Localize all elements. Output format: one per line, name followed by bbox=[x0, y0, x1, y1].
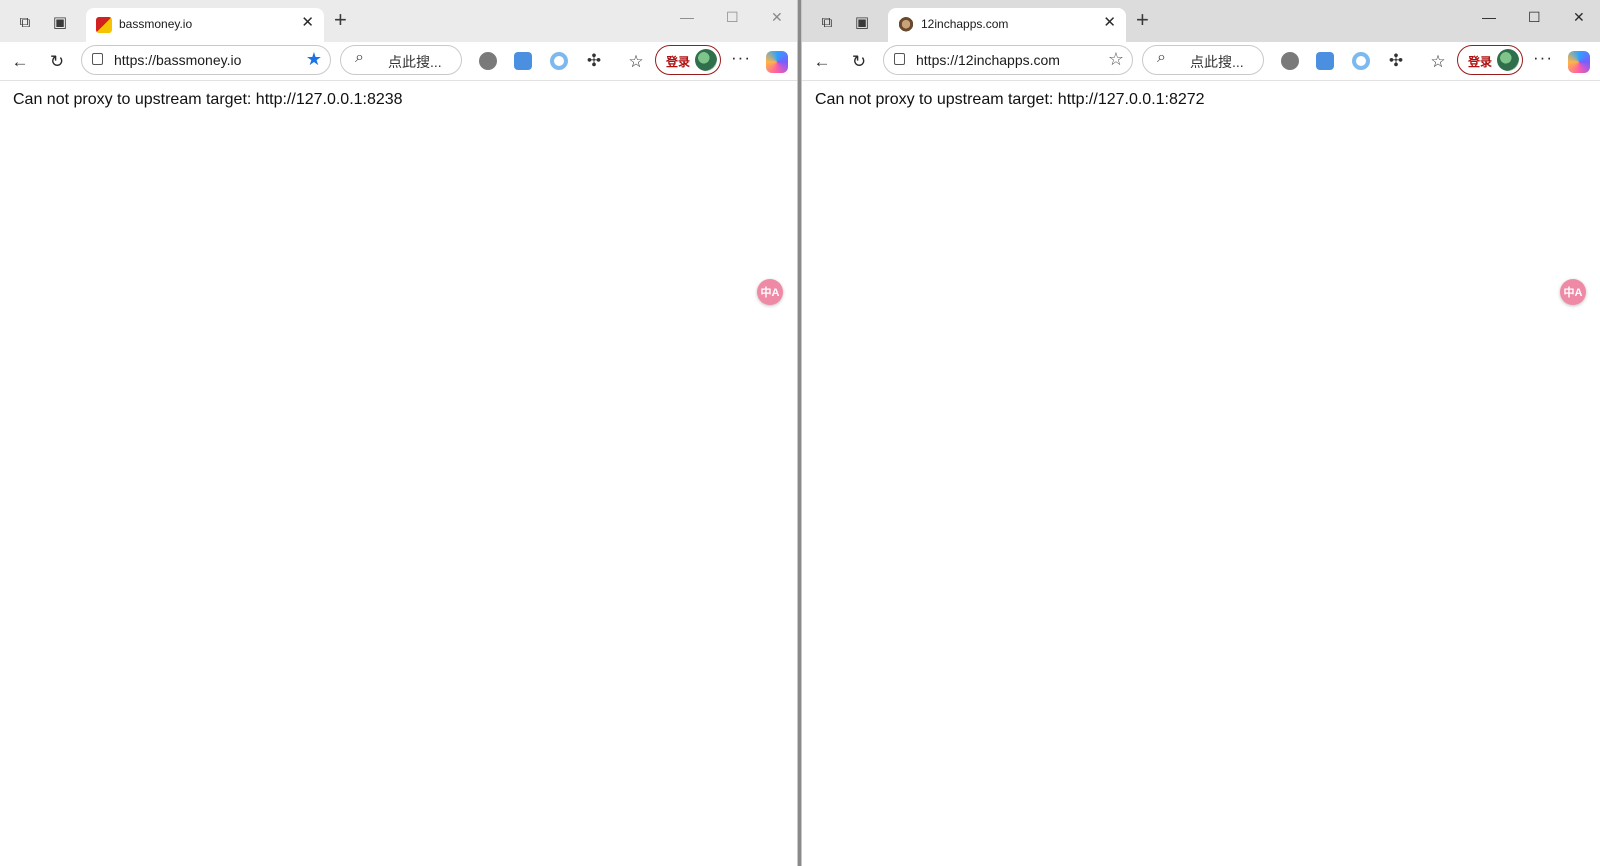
lock-icon[interactable] bbox=[894, 53, 905, 65]
address-url: https://12inchapps.com bbox=[916, 52, 1060, 68]
tab-actions-icon[interactable]: ▣ bbox=[50, 12, 70, 32]
extension-circle-icon[interactable] bbox=[1352, 52, 1370, 70]
search-box[interactable]: ⌕ 点此搜... bbox=[1142, 45, 1264, 75]
browser-window-right: ⧉ ▣ 12inchapps.com ✕ + — ☐ ✕ ← ↻ https:/… bbox=[801, 0, 1600, 866]
toolbar: ← ↻ https://bassmoney.io ★ ⌕ 点此搜... ✣ ☆ … bbox=[0, 42, 797, 81]
workspaces-icon[interactable]: ⧉ bbox=[817, 12, 837, 32]
translate-icon[interactable]: 中A bbox=[1560, 279, 1586, 305]
login-button[interactable]: 登录 bbox=[1457, 45, 1523, 75]
login-button[interactable]: 登录 bbox=[655, 45, 721, 75]
avatar bbox=[1497, 49, 1519, 71]
page-content: Can not proxy to upstream target: http:/… bbox=[0, 81, 797, 866]
maximize-icon[interactable]: ☐ bbox=[1528, 10, 1541, 24]
maximize-icon[interactable]: ☐ bbox=[726, 10, 739, 24]
new-tab-icon[interactable]: + bbox=[334, 9, 347, 31]
copilot-icon[interactable] bbox=[766, 51, 788, 73]
close-window-icon[interactable]: ✕ bbox=[1573, 10, 1585, 24]
address-url: https://bassmoney.io bbox=[114, 52, 242, 68]
more-icon[interactable]: ··· bbox=[731, 48, 751, 68]
page-content: Can not proxy to upstream target: http:/… bbox=[802, 81, 1600, 866]
close-tab-icon[interactable]: ✕ bbox=[301, 15, 314, 30]
search-icon: ⌕ bbox=[1157, 49, 1166, 66]
copilot-icon[interactable] bbox=[1568, 51, 1590, 73]
more-icon[interactable]: ··· bbox=[1533, 48, 1553, 68]
extension-refresh-icon[interactable] bbox=[479, 52, 497, 70]
translate-icon[interactable]: 中A bbox=[757, 279, 783, 305]
back-icon[interactable]: ← bbox=[811, 50, 833, 72]
search-placeholder: 点此搜... bbox=[388, 54, 442, 70]
workspaces-icon[interactable]: ⧉ bbox=[15, 12, 35, 32]
search-box[interactable]: ⌕ 点此搜... bbox=[340, 45, 462, 75]
title-bar: ⧉ ▣ 12inchapps.com ✕ + — ☐ ✕ bbox=[802, 0, 1600, 42]
tab-active[interactable]: 12inchapps.com ✕ bbox=[888, 8, 1126, 42]
favorites-icon[interactable]: ☆ bbox=[1427, 50, 1449, 72]
search-placeholder: 点此搜... bbox=[1190, 54, 1244, 70]
tab-active[interactable]: bassmoney.io ✕ bbox=[86, 8, 324, 42]
search-icon: ⌕ bbox=[355, 49, 364, 66]
browser-window-left: ⧉ ▣ bassmoney.io ✕ + — ☐ ✕ ← ↻ https://b… bbox=[0, 0, 798, 866]
toolbar: ← ↻ https://12inchapps.com ☆ ⌕ 点此搜... ✣ … bbox=[802, 42, 1600, 81]
address-bar[interactable]: https://12inchapps.com ☆ bbox=[883, 45, 1133, 75]
refresh-icon[interactable]: ↻ bbox=[46, 50, 68, 72]
favorite-star-icon[interactable]: ★ bbox=[306, 50, 322, 68]
extensions-icon[interactable]: ✣ bbox=[585, 51, 603, 70]
extension-refresh-icon[interactable] bbox=[1281, 52, 1299, 70]
new-tab-icon[interactable]: + bbox=[1136, 9, 1149, 31]
extensions-icon[interactable]: ✣ bbox=[1387, 51, 1405, 70]
close-tab-icon[interactable]: ✕ bbox=[1103, 15, 1116, 30]
title-bar: ⧉ ▣ bassmoney.io ✕ + — ☐ ✕ bbox=[0, 0, 797, 42]
lock-icon[interactable] bbox=[92, 53, 103, 65]
favicon-icon bbox=[96, 17, 112, 33]
favorite-star-icon[interactable]: ☆ bbox=[1108, 50, 1124, 68]
favicon-icon bbox=[898, 17, 914, 33]
login-label: 登录 bbox=[1468, 55, 1493, 69]
extension-screen-icon[interactable] bbox=[1316, 52, 1334, 70]
favorites-icon[interactable]: ☆ bbox=[625, 50, 647, 72]
error-message: Can not proxy to upstream target: http:/… bbox=[13, 91, 403, 108]
avatar bbox=[695, 49, 717, 71]
address-bar[interactable]: https://bassmoney.io ★ bbox=[81, 45, 331, 75]
error-message: Can not proxy to upstream target: http:/… bbox=[815, 91, 1205, 108]
tab-actions-icon[interactable]: ▣ bbox=[852, 12, 872, 32]
tab-title: bassmoney.io bbox=[119, 17, 193, 31]
minimize-icon[interactable]: — bbox=[1482, 10, 1496, 24]
login-label: 登录 bbox=[666, 55, 691, 69]
minimize-icon[interactable]: — bbox=[680, 10, 694, 24]
close-window-icon[interactable]: ✕ bbox=[771, 10, 783, 24]
tab-title: 12inchapps.com bbox=[921, 17, 1009, 31]
refresh-icon[interactable]: ↻ bbox=[848, 50, 870, 72]
extension-circle-icon[interactable] bbox=[550, 52, 568, 70]
back-icon[interactable]: ← bbox=[9, 50, 31, 72]
extension-screen-icon[interactable] bbox=[514, 52, 532, 70]
